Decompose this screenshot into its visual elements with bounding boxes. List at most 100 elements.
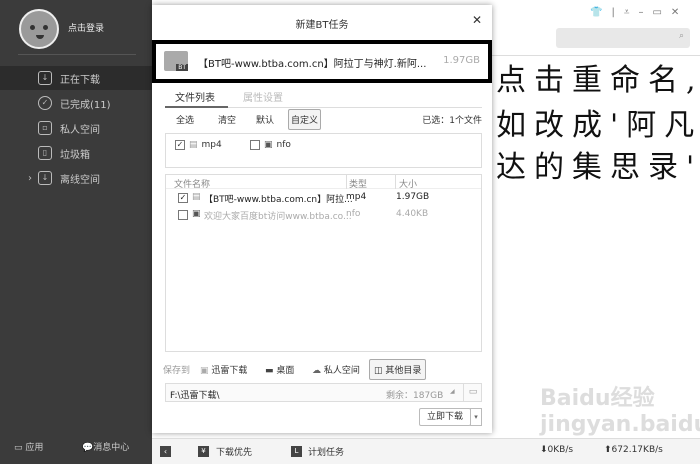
file-size: 4.40KB [396,209,429,219]
message-icon: 💬 [82,443,94,453]
apps-icon: ▭ [14,443,26,453]
sidebar-item-completed[interactable]: ✓ 已完成(11) [0,91,152,115]
tab-properties[interactable]: 属性设置 [243,89,283,104]
save-path-value: F:\迅雷下载\ [170,391,220,401]
sidebar-item-label: 正在下载 [60,74,100,86]
checkbox[interactable] [250,140,260,150]
dialog-title: 新建BT任务 [295,20,349,31]
filter-label: mp4 [201,140,222,150]
torrent-info: BT 【BT吧-www.btba.com.cn】阿拉丁与神灯.新阿... 1.9… [152,40,492,83]
schedule-button[interactable]: 计划任务 [308,445,344,458]
close-icon[interactable]: ✕ [472,13,482,27]
annotation-line: 点击重命名, [496,63,700,98]
file-table: 文件名称 类型 大小 ✓ ▤ 【BT吧-www.btba.com.cn】阿拉..… [165,174,482,352]
sidebar-item-label: 垃圾箱 [60,149,90,161]
sidebar-item-trash[interactable]: ▯ 垃圾箱 [0,141,152,165]
checkbox-checked[interactable]: ✓ [175,140,185,150]
annotation-line: 如改成'阿凡 [496,108,700,143]
schedule-icon: L [291,446,302,457]
column-name[interactable]: 文件名称 [174,177,210,190]
new-bt-task-dialog: 新建BT任务 ✕ BT 【BT吧-www.btba.com.cn】阿拉丁与神灯.… [152,5,492,433]
location-label: 私人空间 [323,366,360,376]
file-type: mp4 [346,192,367,202]
table-row[interactable]: ▣ 欢迎大家百度bt访问www.btba.co... nfo 4.40KB [178,209,478,223]
folder-icon: ▣ [200,366,212,376]
video-file-icon: ▤ [192,192,201,202]
messages-button[interactable]: 💬消息中心 [82,440,129,453]
file-type: nfo [346,209,361,219]
clear-button[interactable]: 清空 [218,113,236,126]
avatar[interactable] [19,9,59,49]
free-space: 剩余：187GB [386,391,444,401]
status-bar: ‹ ¥ 下载优先 L 计划任务 ⬇0KB/s ⬆672.17KB/s [152,438,700,464]
save-to-label: 保存到 [163,366,191,376]
annotation-line: 达的集思录' [496,150,700,185]
table-header: 文件名称 类型 大小 [166,175,481,190]
trash-icon: ▯ [38,146,52,160]
location-label: 其他目录 [385,366,422,376]
cloud-download-icon: ↓ [38,171,52,185]
location-desktop[interactable]: ▬ 桌面 [265,363,294,376]
chevron-right-icon: › [28,172,32,184]
maximize-icon[interactable]: ▭ [652,7,670,18]
skin-icon[interactable]: 👕 [590,7,611,18]
close-icon[interactable]: ✕ [671,7,688,18]
download-icon: ↓ [38,71,52,85]
sidebar-item-downloading[interactable]: ↓ 正在下载 [0,66,152,90]
arrow-down-icon: ⬇ [540,445,548,455]
folder-icon: ◫ [374,366,386,376]
desktop-icon: ▬ [265,366,277,376]
check-circle-icon: ✓ [38,96,52,110]
chevron-down-icon[interactable]: ▾ [470,408,482,426]
table-row[interactable]: ✓ ▤ 【BT吧-www.btba.com.cn】阿拉... mp4 1.97G… [178,192,478,206]
location-other[interactable]: ◫ 其他目录 [369,359,427,380]
speed-value: 0KB/s [547,445,574,455]
selected-count: 已选：1个文件 [422,116,482,126]
login-link[interactable]: 点击登录 [68,21,104,34]
search-icon: ⌕ [678,31,684,41]
nfo-file-icon: ▣ [264,140,273,150]
tab-underline [165,106,228,108]
filter-mp4[interactable]: ✓ ▤ mp4 [175,140,222,150]
save-path-input[interactable]: F:\迅雷下载\ 剩余：187GB ◢ ▭ [165,383,482,402]
checkbox[interactable] [178,210,188,220]
sidebar: 点击登录 ↓ 正在下载 ✓ 已完成(11) ▫ 私人空间 ▯ 垃圾箱 › ↓ 离线空间 ▭ … [0,0,152,464]
nfo-file-icon: ▣ [192,209,201,219]
location-private[interactable]: ☁ 私人空间 [312,363,360,376]
download-now-button[interactable]: 立即下载 [419,408,471,426]
location-label: 桌面 [276,366,295,376]
menu-icon[interactable]: ⩡ [624,7,639,18]
select-all-button[interactable]: 全选 [176,113,194,126]
location-label: 迅雷下载 [211,366,248,376]
location-xunlei[interactable]: ▣ 迅雷下载 [200,363,247,376]
download-speed: ⬇0KB/s [540,445,573,455]
column-size[interactable]: 大小 [399,177,417,190]
private-space-icon: ☁ [312,366,324,376]
file-type-filter: ✓ ▤ mp4 ▣ nfo [165,133,482,168]
apps-button[interactable]: ▭ 应用 [14,440,43,453]
column-type[interactable]: 类型 [349,177,367,190]
torrent-size: 1.97GB [443,55,480,66]
collapse-icon[interactable]: ‹ [160,446,171,457]
file-name: 【BT吧-www.btba.com.cn】阿拉... [204,195,353,205]
torrent-name[interactable]: 【BT吧-www.btba.com.cn】阿拉丁与神灯.新阿... [198,55,426,70]
file-size: 1.97GB [396,192,430,202]
sidebar-item-label: 离线空间 [60,174,100,186]
priority-icon: ¥ [198,446,209,457]
tab-file-list[interactable]: 文件列表 [175,89,215,104]
minimize-icon[interactable]: – [638,7,652,18]
arrow-up-icon: ⬆ [604,445,612,455]
sidebar-item-private[interactable]: ▫ 私人空间 [0,116,152,140]
default-button[interactable]: 默认 [256,113,274,126]
sidebar-item-label: 私人空间 [60,124,100,136]
checkbox-checked[interactable]: ✓ [178,193,188,203]
dropdown-icon[interactable]: ◢ [450,388,455,395]
browse-folder-icon[interactable]: ▭ [463,384,482,401]
filter-nfo[interactable]: ▣ nfo [250,140,291,150]
custom-button[interactable]: 自定义 [288,109,322,130]
sidebar-item-offline[interactable]: › ↓ 离线空间 [0,166,152,190]
video-file-icon: ▤ [189,140,198,150]
download-priority-button[interactable]: 下载优先 [216,445,252,458]
watermark: Baidu经验 jingyan.baidu.com [540,386,700,437]
search-input[interactable]: ⌕ [556,28,690,48]
